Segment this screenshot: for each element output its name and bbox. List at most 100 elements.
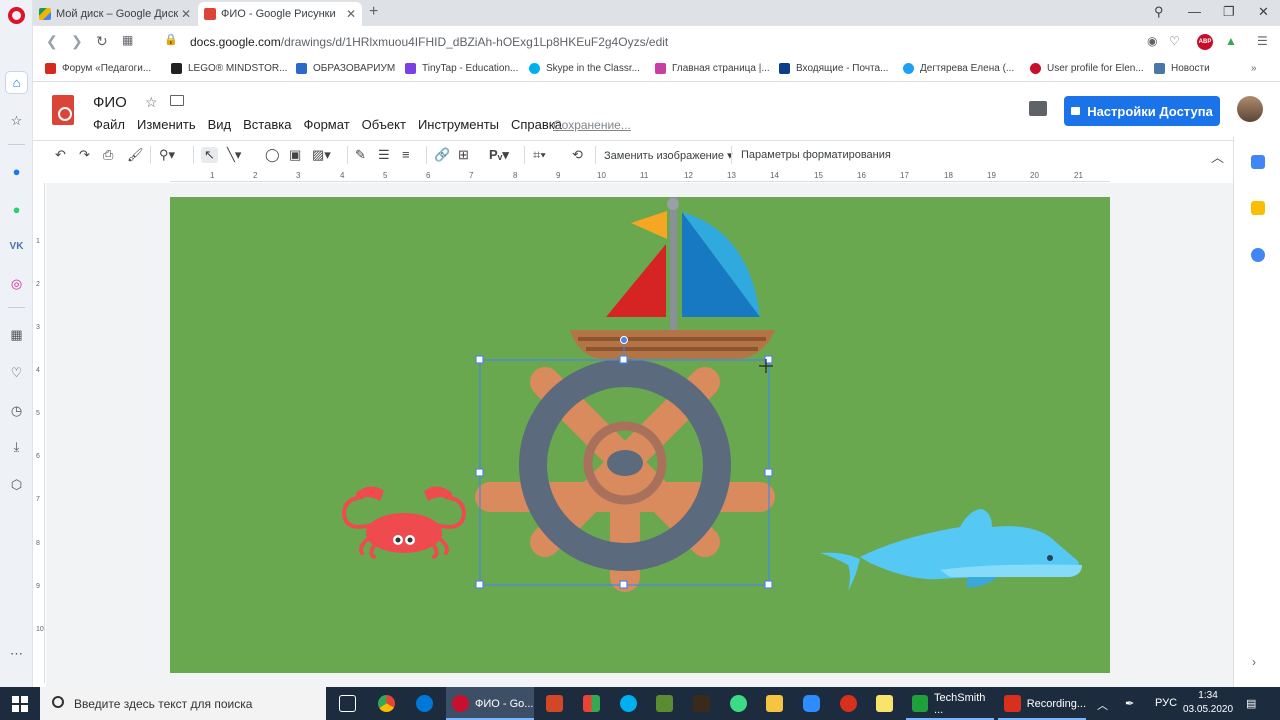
resize-handle[interactable] [764, 580, 773, 589]
extension-icon[interactable]: ▲ [1225, 34, 1237, 48]
taskbar-app-recording[interactable]: Recording... [998, 687, 1086, 720]
redo-icon[interactable]: ↷ [79, 147, 90, 163]
collapse-toolbar-icon[interactable]: ︿ [1211, 147, 1224, 166]
star-icon[interactable]: ☆ [145, 94, 158, 111]
add-comment-icon[interactable]: ⊞ [458, 147, 469, 163]
tabs-grid-icon[interactable]: ▦ [6, 324, 27, 345]
tray-overflow-icon[interactable]: ︿ [1097, 697, 1108, 713]
back-icon[interactable]: ❮ [46, 33, 58, 50]
forward-icon[interactable]: ❯ [71, 33, 83, 50]
taskbar-app-opera[interactable]: ФИО - Go... [446, 687, 534, 720]
windows-start-icon[interactable] [12, 696, 28, 712]
snapshot-icon[interactable]: ◉ [1147, 34, 1157, 48]
rotation-handle[interactable] [620, 336, 628, 344]
zoom-icon[interactable] [803, 695, 820, 712]
sticky-notes-icon[interactable] [876, 695, 893, 712]
minecraft-edu-icon[interactable] [693, 695, 710, 712]
shape-tool-icon[interactable]: ◯ [265, 147, 280, 163]
menu-view[interactable]: Вид [208, 117, 232, 132]
bookmark-item[interactable]: Главная страница |... [655, 63, 770, 74]
text-box-icon[interactable]: ▣ [289, 147, 301, 163]
print-icon[interactable]: ⎙ [103, 147, 113, 163]
ship-wheel-image[interactable] [475, 359, 775, 592]
dolphin-image[interactable] [820, 509, 1082, 591]
history-icon[interactable]: ◷ [6, 400, 27, 421]
comments-icon[interactable] [1029, 101, 1047, 116]
whatsapp-icon[interactable]: ● [6, 199, 27, 220]
close-tab-icon[interactable]: ✕ [181, 7, 191, 21]
home-icon[interactable]: ⌂ [6, 72, 27, 93]
keep-icon[interactable] [1251, 201, 1265, 215]
border-dash-icon[interactable]: ≡ [402, 147, 410, 162]
app-icon[interactable] [583, 695, 600, 712]
edge-icon[interactable] [416, 695, 433, 712]
instagram-icon[interactable]: ◎ [6, 273, 27, 294]
tab-google-drive[interactable]: Мой диск – Google Диск ✕ [33, 2, 197, 26]
crab-image[interactable] [341, 486, 467, 559]
bookmark-item[interactable]: Skype in the Classr... [529, 63, 640, 74]
bookmark-item[interactable]: Дегтярева Елена (... [903, 63, 1014, 74]
paint-format-icon[interactable]: 🖌 [127, 147, 144, 163]
format-options-button[interactable]: Параметры форматирования [741, 149, 891, 161]
border-weight-icon[interactable]: ☰ [378, 147, 390, 163]
share-button[interactable]: Настройки Доступа [1064, 96, 1220, 126]
downloads-icon[interactable]: ⤓ [6, 436, 27, 457]
powerpoint-icon[interactable] [546, 695, 563, 712]
notifications-icon[interactable]: ▤ [1246, 697, 1256, 710]
taskbar-search[interactable]: Введите здесь текст для поиска [40, 687, 326, 720]
image-icon[interactable]: ▨▾ [312, 147, 331, 163]
menu-object[interactable]: Объект [362, 117, 406, 132]
menu-insert[interactable]: Вставка [243, 117, 291, 132]
google-drawings-logo-icon[interactable] [52, 95, 74, 125]
bookmark-item[interactable]: Новости [1154, 63, 1210, 74]
horizontal-ruler[interactable]: 1 2 3 4 5 6 7 8 9 10 11 12 13 14 15 16 1… [170, 170, 1110, 182]
menu-file[interactable]: Файл [93, 117, 125, 132]
resize-handle[interactable] [619, 355, 628, 364]
close-tab-icon[interactable]: ✕ [346, 7, 356, 21]
maximize-icon[interactable]: ❐ [1223, 4, 1235, 20]
bookmark-item[interactable]: LEGO® MINDSTOR... [171, 63, 287, 74]
tasks-icon[interactable] [1251, 248, 1265, 262]
bookmark-item[interactable]: Форум «Педагоги... [45, 63, 151, 74]
heart-icon[interactable]: ♡ [6, 362, 27, 383]
minecraft-icon[interactable] [656, 695, 673, 712]
minimize-icon[interactable]: — [1188, 4, 1201, 19]
taskbar-app-techsmith[interactable]: TechSmith ... [906, 687, 994, 720]
app-icon[interactable] [840, 695, 857, 712]
vertical-ruler[interactable]: 1 2 3 4 5 6 7 8 9 10 [33, 183, 45, 683]
adblock-plus-icon[interactable]: ABP [1197, 34, 1213, 50]
system-clock[interactable]: 1:34 03.05.2020 [1183, 689, 1233, 717]
tab-google-drawings[interactable]: ФИО - Google Рисунки ✕ [198, 2, 362, 26]
url-field[interactable]: docs.google.com/drawings/d/1HRlxmuou4IFH… [190, 35, 668, 49]
bookmark-item[interactable]: Входящие - Почта... [779, 63, 888, 74]
favorite-heart-icon[interactable]: ♡ [1169, 34, 1180, 48]
reload-icon[interactable]: ↻ [96, 33, 108, 50]
opera-logo-icon[interactable] [8, 7, 25, 24]
task-view-icon[interactable] [339, 695, 356, 712]
more-bookmarks-icon[interactable]: » [1251, 63, 1257, 74]
messenger-icon[interactable]: ● [6, 161, 27, 182]
move-to-folder-icon[interactable] [170, 95, 184, 106]
expand-panel-icon[interactable]: › [1252, 655, 1256, 669]
resize-handle[interactable] [475, 580, 484, 589]
file-explorer-icon[interactable] [766, 695, 783, 712]
menu-edit[interactable]: Изменить [137, 117, 196, 132]
lock-icon[interactable]: 🔒 [164, 33, 178, 46]
vk-icon[interactable]: VK [6, 236, 27, 257]
select-tool-icon[interactable]: ↖ [201, 147, 218, 163]
new-tab-icon[interactable]: + [369, 3, 378, 21]
link-icon[interactable]: 🔗 [434, 147, 450, 163]
bookmark-item[interactable]: User profile for Elen... [1030, 63, 1144, 74]
calendar-icon[interactable] [1251, 155, 1265, 169]
android-icon[interactable] [730, 695, 747, 712]
bookmark-item[interactable]: ОБРАЗОВАРИУМ [296, 63, 395, 74]
document-title[interactable]: ФИО [93, 94, 127, 111]
resize-handle[interactable] [475, 355, 484, 364]
menu-format[interactable]: Формат [303, 117, 349, 132]
speed-dial-icon[interactable]: ▦ [122, 33, 133, 47]
reset-image-icon[interactable]: ⟲ [572, 147, 583, 163]
border-color-icon[interactable]: ✎ [355, 147, 366, 163]
pinboard-icon[interactable]: ☆ [6, 110, 27, 131]
language-indicator[interactable]: РУС [1155, 697, 1177, 709]
menu-tools[interactable]: Инструменты [418, 117, 499, 132]
